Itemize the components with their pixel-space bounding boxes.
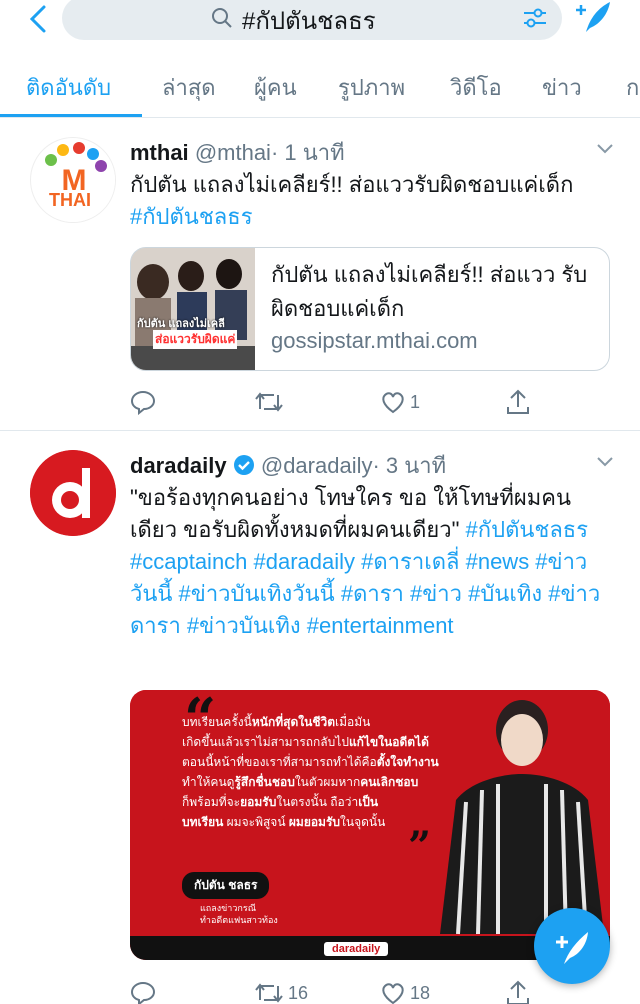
search-field[interactable]: #กัปตันชลธร — [62, 0, 562, 40]
display-name[interactable]: mthai — [130, 140, 189, 165]
tweet-header: daradaily @daradaily· 3 นาที — [130, 448, 446, 483]
heart-icon — [382, 392, 404, 414]
chevron-left-icon — [29, 5, 46, 33]
reply-button[interactable] — [130, 387, 160, 417]
heart-icon — [382, 983, 404, 1004]
quote-emphasis: รู้สึกชื่นชอบ — [234, 775, 295, 789]
tweet-body: กัปตัน แถลงไม่เคลียร์!! ส่อแววรับผิดชอบแ… — [130, 172, 574, 197]
tweet-text: กัปตัน แถลงไม่เคลียร์!! ส่อแววรับผิดชอบแ… — [130, 169, 610, 233]
reply-icon — [130, 981, 156, 1004]
tweet-text: "ขอร้องทุกคนอย่าง โทษใคร ขอ ให้โทษที่ผมค… — [130, 482, 610, 642]
back-button[interactable] — [24, 4, 54, 34]
timestamp: · 1 นาที — [270, 140, 345, 165]
link-card-domain: gossipstar.mthai.com — [271, 328, 478, 353]
quote-emphasis: เป็น — [358, 795, 379, 809]
verified-badge-icon — [233, 455, 254, 475]
link-card-thumbnail: กัปตัน แถลงไม่เคลี ส่อแววรับผิดแค่ — [131, 248, 255, 370]
top-bar: #กัปตันชลธร — [0, 0, 640, 50]
caption-line: แถลงข่าวกรณี — [200, 903, 257, 913]
quote-emphasis: หนักที่สุดในชีวิต — [251, 715, 335, 729]
quote-line: ตอนนี้หน้าที่ของเราที่สามารถทำได้คือ — [182, 755, 377, 769]
tab-overflow[interactable]: ก — [626, 70, 639, 105]
retweet-button[interactable] — [254, 387, 288, 417]
handle: @mthai — [194, 140, 271, 165]
retweet-icon — [255, 983, 283, 1003]
share-icon — [507, 389, 529, 414]
display-name[interactable]: daradaily — [130, 453, 227, 478]
quote-text: บทเรียนครั้งนี้หนักที่สุดในชีวิตเมื่อมัน… — [182, 712, 482, 832]
compose-button-top[interactable] — [572, 0, 612, 41]
compose-feather-icon — [556, 932, 588, 964]
quote-emphasis: ผมยอมรับ — [288, 815, 341, 829]
quote-line: ทำให้คนดู — [182, 775, 235, 789]
like-count: 18 — [410, 982, 431, 1003]
compose-tweet-fab[interactable] — [534, 908, 610, 984]
tab-top[interactable]: ติดอันดับ — [26, 70, 111, 105]
quote-line: ก็พร้อมที่จะ — [182, 795, 241, 809]
quote-line: ในตรงนั้น ถือว่า — [276, 795, 359, 809]
quote-emphasis: ยอมรับ — [240, 795, 277, 809]
link-card-title: กัปตัน แถลงไม่เคลียร์!! ส่อแวว รับผิดชอบ… — [271, 262, 588, 321]
filter-sliders-icon[interactable] — [522, 6, 548, 30]
retweet-count: 16 — [288, 982, 309, 1003]
quote-emphasis: ตั้งใจทำงาน — [376, 755, 439, 769]
reply-icon — [130, 390, 156, 415]
tweet[interactable]: M THAI mthai @mthai· 1 นาที กัปตัน แถลงไ… — [0, 119, 640, 431]
link-card[interactable]: กัปตัน แถลงไม่เคลี ส่อแววรับผิดแค่ กัปตั… — [130, 247, 610, 371]
tab-videos[interactable]: วิดีโอ — [450, 70, 502, 105]
retweet-icon — [255, 392, 283, 412]
avatar[interactable] — [30, 450, 116, 536]
thumb-caption: ส่อแววรับผิดแค่ — [153, 330, 238, 349]
hashtag[interactable]: #กัปตันชลธร — [130, 204, 253, 229]
quote-emphasis: แก้ไขในอดีตได้ — [348, 735, 429, 749]
reply-button[interactable] — [130, 978, 160, 1004]
person-caption: แถลงข่าวกรณี ทำอดีตแฟนสาวท้อง — [200, 902, 278, 926]
timestamp: · 3 นาที — [372, 453, 447, 478]
search-icon — [212, 8, 232, 28]
quote-emphasis: คนเลิกชอบ — [360, 775, 419, 789]
avatar-text: THAI — [49, 190, 91, 210]
quote-line: ผมจะพิสูจน์ — [223, 815, 289, 829]
tweet-actions: 1 — [130, 387, 550, 417]
chevron-down-icon[interactable] — [596, 456, 614, 468]
share-icon — [507, 980, 529, 1004]
news-photo — [131, 248, 255, 370]
tweet-actions: 16 18 — [130, 978, 550, 1004]
daradaily-logo — [30, 450, 116, 536]
quote-emphasis: บทเรียน — [182, 815, 224, 829]
avatar[interactable]: M THAI — [30, 137, 116, 223]
quote-line: เมื่อมัน — [335, 715, 371, 729]
tab-photos[interactable]: รูปภาพ — [338, 70, 405, 105]
tab-news[interactable]: ข่าว — [542, 70, 582, 105]
quote-line: เกิดขึ้นแล้วเราไม่สามารถกลับไป — [182, 735, 349, 749]
tab-latest[interactable]: ล่าสุด — [162, 70, 216, 105]
like-button[interactable]: 1 — [380, 387, 420, 417]
person-name-tag: กัปตัน ชลธร — [182, 872, 270, 899]
caption-line: ทำอดีตแฟนสาวท้อง — [200, 915, 278, 925]
compose-feather-icon — [576, 2, 610, 32]
handle: @daradaily — [260, 453, 373, 478]
chevron-down-icon[interactable] — [596, 143, 614, 155]
quote-line: ในตัวผมหาก — [294, 775, 361, 789]
search-tabs: ติดอันดับ ล่าสุด ผู้คน รูปภาพ วิดีโอ ข่า… — [0, 52, 640, 118]
tweet-header: mthai @mthai· 1 นาที — [130, 135, 345, 170]
like-count: 1 — [410, 391, 421, 412]
like-button[interactable]: 18 — [380, 978, 430, 1004]
quote-line: บทเรียนครั้งนี้ — [182, 715, 252, 729]
share-button[interactable] — [506, 978, 534, 1004]
active-tab-indicator — [0, 114, 142, 117]
brand-logo: daradaily — [324, 942, 389, 956]
share-button[interactable] — [506, 387, 534, 417]
quote-line: ในจุดนั้น — [340, 815, 386, 829]
retweet-button[interactable]: 16 — [254, 978, 308, 1004]
tab-people[interactable]: ผู้คน — [254, 70, 297, 105]
search-query[interactable]: #กัปตันชลธร — [242, 1, 376, 40]
